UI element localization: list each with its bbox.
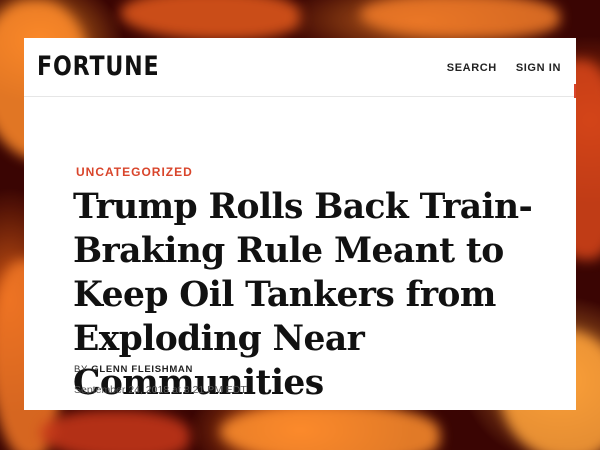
flame-shape — [220, 404, 440, 450]
publish-date: September 24, 2018 at 8:21 PM EDT — [74, 384, 247, 396]
site-header: FORTUNE SEARCH SIGN IN — [24, 38, 576, 98]
search-link[interactable]: SEARCH — [447, 62, 497, 74]
article-card: FORTUNE SEARCH SIGN IN UNCATEGORIZED Tru… — [24, 38, 576, 410]
flame-shape — [120, 0, 300, 40]
flame-shape — [40, 410, 190, 450]
header-accent-bar — [574, 84, 576, 98]
flame-shape — [360, 0, 560, 38]
sign-in-link[interactable]: SIGN IN — [516, 62, 561, 74]
header-nav: SEARCH SIGN IN — [447, 62, 561, 74]
fortune-logo[interactable]: FORTUNE — [37, 51, 159, 82]
author-link[interactable]: GLENN FLEISHMAN — [91, 364, 193, 375]
category-tag[interactable]: UNCATEGORIZED — [76, 165, 193, 179]
byline: BY GLENN FLEISHMAN — [74, 364, 193, 375]
byline-prefix: BY — [74, 364, 88, 375]
